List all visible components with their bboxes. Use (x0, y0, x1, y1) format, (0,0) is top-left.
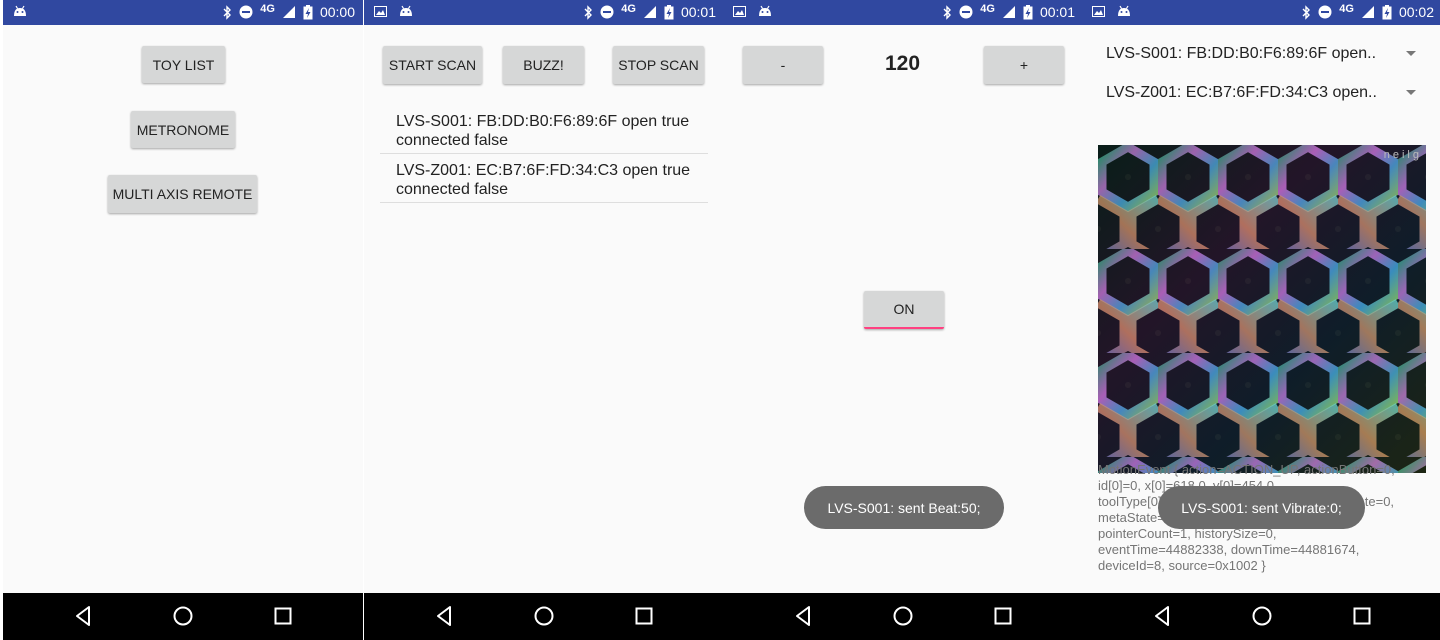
battery-charging-icon (1382, 4, 1392, 20)
device-info: LVS-Z001: EC:B7:6F:FD:34:C3 open true (396, 162, 691, 179)
home-icon[interactable] (532, 604, 556, 628)
bluetooth-icon (583, 4, 593, 20)
screen-metronome: 4G 00:01 - 120 + ON LVS-S001: sent Beat:… (723, 0, 1083, 640)
signal-icon (643, 5, 657, 19)
battery-charging-icon (664, 4, 674, 20)
spinner-value: LVS-Z001: EC:B7:6F:FD:34:C3 open.. (1106, 84, 1377, 101)
network-type: 4G (260, 3, 275, 15)
do-not-disturb-icon (1318, 5, 1332, 19)
touch-pad-image[interactable]: neilg (1098, 145, 1426, 473)
android-icon (13, 5, 27, 17)
bluetooth-icon (942, 4, 952, 20)
toast-message: LVS-S001: sent Vibrate:0; (1158, 486, 1365, 529)
spinner-value: LVS-S001: FB:DD:B0:F6:89:6F open.. (1106, 45, 1377, 62)
status-bar: 4G 00:01 (364, 0, 724, 25)
multi-axis-remote-button[interactable]: MULTI AXIS REMOTE (108, 175, 257, 213)
home-icon[interactable] (1250, 604, 1274, 628)
gallery-icon (374, 5, 387, 17)
screen-main-menu: 4G 00:00 TOY LIST METRONOME MULTI AXIS R… (3, 0, 363, 640)
device-info: LVS-S001: FB:DD:B0:F6:89:6F open true (396, 113, 690, 130)
gallery-icon (733, 5, 746, 17)
network-type: 4G (980, 3, 995, 15)
status-bar: 4G 00:02 (1082, 0, 1440, 25)
status-bar: 4G 00:01 (723, 0, 1083, 25)
android-icon (399, 5, 413, 17)
toast-message: LVS-S001: sent Beat:50; (804, 486, 1004, 529)
network-type: 4G (1339, 3, 1354, 15)
navigation-bar (723, 593, 1083, 640)
do-not-disturb-icon (239, 5, 253, 19)
clock: 00:01 (680, 4, 716, 20)
do-not-disturb-icon (600, 5, 614, 19)
buzz-button[interactable]: BUZZ! (503, 46, 584, 84)
android-icon (758, 5, 772, 17)
decrease-tempo-button[interactable]: - (743, 46, 823, 84)
device-connection: connected false (396, 132, 509, 149)
bluetooth-icon (1301, 4, 1311, 20)
home-icon[interactable] (891, 604, 915, 628)
navigation-bar (3, 593, 363, 640)
battery-charging-icon (303, 4, 313, 20)
back-icon[interactable] (1151, 604, 1175, 628)
clock: 00:02 (1398, 4, 1434, 20)
toy-selector-1[interactable]: LVS-S001: FB:DD:B0:F6:89:6F open.. (1106, 45, 1426, 69)
tempo-value: 120 (885, 52, 921, 75)
recents-icon[interactable] (632, 604, 656, 628)
network-type: 4G (621, 3, 636, 15)
recents-icon[interactable] (991, 604, 1015, 628)
back-icon[interactable] (433, 604, 457, 628)
list-item[interactable]: LVS-Z001: EC:B7:6F:FD:34:C3 open true co… (380, 159, 708, 203)
metronome-button[interactable]: METRONOME (131, 111, 235, 148)
navigation-bar (364, 593, 724, 640)
screen-multi-axis-remote: 4G 00:02 LVS-S001: FB:DD:B0:F6:89:6F ope… (1082, 0, 1440, 640)
bluetooth-icon (222, 4, 232, 20)
screen-toy-list: 4G 00:01 START SCAN BUZZ! STOP SCAN LVS-… (364, 0, 724, 640)
status-bar: 4G 00:00 (3, 0, 363, 25)
recents-icon[interactable] (1350, 604, 1374, 628)
toy-list-button[interactable]: TOY LIST (142, 46, 225, 83)
clock: 00:00 (319, 4, 355, 20)
recents-icon[interactable] (271, 604, 295, 628)
battery-charging-icon (1023, 4, 1033, 20)
signal-icon (1002, 5, 1016, 19)
hexagon-pattern (1098, 145, 1426, 473)
back-icon[interactable] (72, 604, 96, 628)
metronome-toggle-button[interactable]: ON (864, 291, 944, 329)
back-icon[interactable] (792, 604, 816, 628)
image-watermark: neilg (1383, 149, 1422, 161)
chevron-down-icon (1406, 51, 1416, 56)
navigation-bar (1082, 593, 1440, 640)
gallery-icon (1092, 5, 1105, 17)
chevron-down-icon (1406, 90, 1416, 95)
list-item[interactable]: LVS-S001: FB:DD:B0:F6:89:6F open true co… (380, 110, 708, 154)
signal-icon (282, 5, 296, 19)
increase-tempo-button[interactable]: + (984, 46, 1064, 84)
stop-scan-button[interactable]: STOP SCAN (613, 46, 704, 84)
toy-selector-2[interactable]: LVS-Z001: EC:B7:6F:FD:34:C3 open.. (1106, 84, 1426, 108)
home-icon[interactable] (171, 604, 195, 628)
clock: 00:01 (1039, 4, 1075, 20)
signal-icon (1361, 5, 1375, 19)
device-connection: connected false (396, 181, 509, 198)
android-icon (1117, 5, 1131, 17)
start-scan-button[interactable]: START SCAN (383, 46, 482, 84)
do-not-disturb-icon (959, 5, 973, 19)
